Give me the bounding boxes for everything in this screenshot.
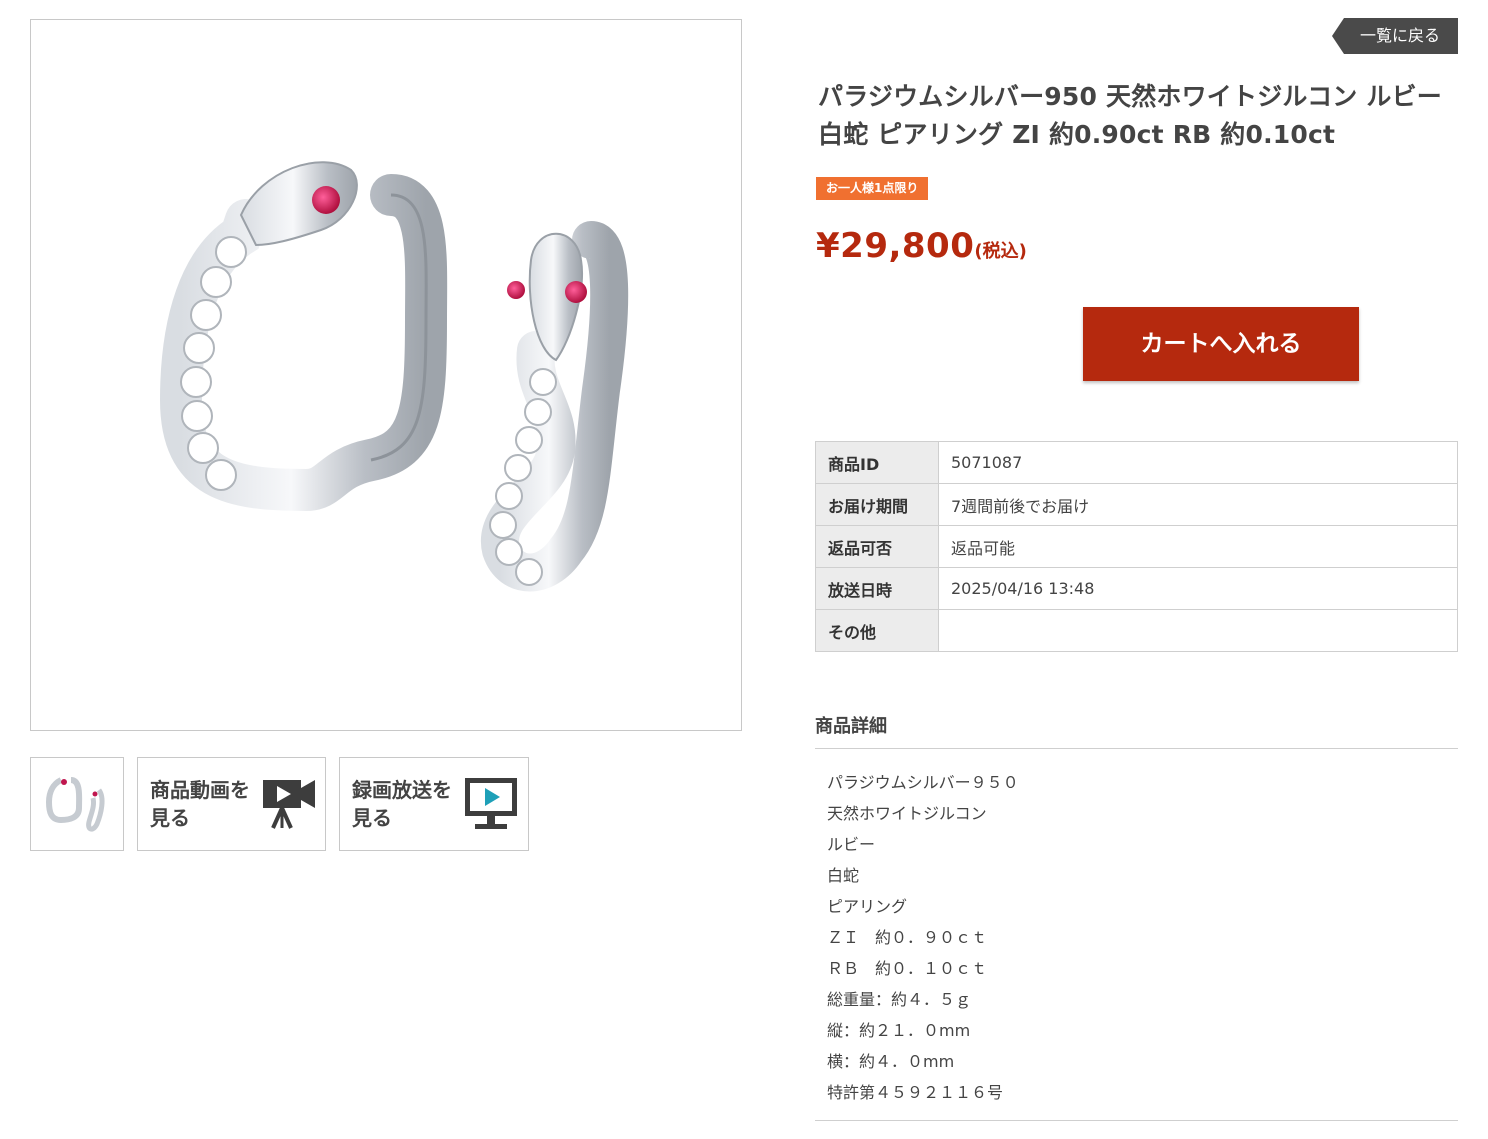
detail-line: ＺＩ 約０．９０ｃｔ bbox=[827, 928, 988, 947]
detail-line: 特許第４５９２１１６号 bbox=[827, 1083, 1004, 1102]
detail-line: 白蛇 bbox=[827, 866, 860, 885]
detail-line: ＲＢ 約０．１０ｃｔ bbox=[827, 959, 988, 978]
spec-label: 放送日時 bbox=[815, 567, 939, 610]
monitor-play-icon bbox=[465, 778, 517, 829]
detail-line: パラジウムシルバー９５０ bbox=[827, 773, 1019, 792]
product-title: パラジウムシルバー950 天然ホワイトジルコン ルビー 白蛇 ピアリング ZI … bbox=[818, 78, 1458, 154]
watch-recording-label-line1: 録画放送を bbox=[352, 778, 452, 802]
spec-row-other: その他 bbox=[815, 609, 1458, 652]
detail-line: ルビー bbox=[827, 835, 876, 854]
detail-line: ピアリング bbox=[827, 897, 908, 916]
video-camera-icon bbox=[263, 780, 315, 829]
detail-line: 横：約４．０mm bbox=[827, 1052, 955, 1071]
product-main-image[interactable] bbox=[30, 19, 742, 731]
divider bbox=[815, 1120, 1458, 1121]
spec-label: 返品可否 bbox=[815, 525, 939, 568]
detail-line: 天然ホワイトジルコン bbox=[827, 804, 987, 823]
detail-line: 総重量：約４．５ｇ bbox=[827, 990, 972, 1009]
watch-recording-label-line2: 見る bbox=[352, 806, 392, 830]
snake-earrings-thumbnail bbox=[45, 777, 105, 832]
spec-value: 5071087 bbox=[938, 441, 1458, 484]
price-tax-note: (税込) bbox=[974, 241, 1027, 262]
product-details-heading: 商品詳細 bbox=[815, 712, 1458, 749]
spec-label: その他 bbox=[815, 609, 939, 652]
spec-value bbox=[938, 609, 1458, 652]
spec-label: 商品ID bbox=[815, 441, 939, 484]
purchase-limit-badge: お一人様1点限り bbox=[816, 177, 929, 200]
watch-recording-button[interactable]: 録画放送を 見る bbox=[339, 757, 529, 851]
spec-row-broadcast-date: 放送日時 2025/04/16 13:48 bbox=[815, 567, 1458, 610]
product-title-line1: パラジウムシルバー950 天然ホワイトジルコン ルビー bbox=[818, 82, 1442, 111]
spec-row-delivery: お届け期間 7週間前後でお届け bbox=[815, 483, 1458, 526]
add-to-cart-button[interactable]: カートへ入れる bbox=[1083, 307, 1359, 381]
spec-label: お届け期間 bbox=[815, 483, 939, 526]
thumbnail-product-photo[interactable] bbox=[30, 757, 124, 851]
product-title-line2: 白蛇 ピアリング ZI 約0.90ct RB 約0.10ct bbox=[818, 120, 1336, 149]
spec-table: 商品ID 5071087 お届け期間 7週間前後でお届け 返品可否 返品可能 放… bbox=[815, 441, 1458, 652]
spec-row-returns: 返品可否 返品可能 bbox=[815, 525, 1458, 568]
back-to-list-button[interactable]: 一覧に戻る bbox=[1332, 18, 1458, 54]
spec-row-product-id: 商品ID 5071087 bbox=[815, 441, 1458, 484]
detail-line: 縦：約２１．０mm bbox=[827, 1021, 971, 1040]
price-amount: ¥29,800 bbox=[816, 226, 975, 266]
price: ¥29,800(税込) bbox=[816, 226, 1027, 266]
spec-value: 7週間前後でお届け bbox=[938, 483, 1458, 526]
spec-value: 返品可能 bbox=[938, 525, 1458, 568]
watch-video-label-line1: 商品動画を bbox=[150, 778, 250, 802]
watch-video-button[interactable]: 商品動画を 見る bbox=[137, 757, 326, 851]
snake-earrings-image bbox=[159, 161, 629, 592]
spec-value: 2025/04/16 13:48 bbox=[938, 567, 1458, 610]
watch-video-label-line2: 見る bbox=[150, 806, 190, 830]
product-details-list: パラジウムシルバー９５０ 天然ホワイトジルコン ルビー 白蛇 ピアリング ＺＩ … bbox=[827, 767, 1019, 1108]
